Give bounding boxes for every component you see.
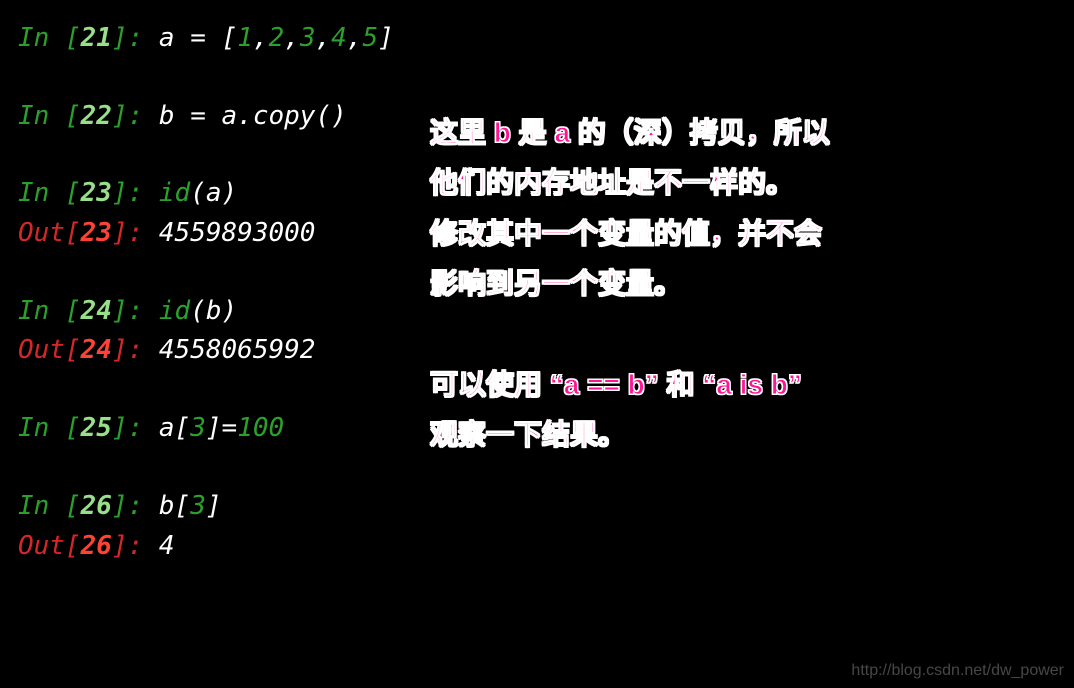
out-number: 23 xyxy=(81,218,112,248)
prompt-number: 23 xyxy=(81,178,112,208)
in-prompt-suffix: ]: xyxy=(112,178,159,208)
builtin-function: id xyxy=(159,296,190,326)
in-prompt: In [ xyxy=(18,178,81,208)
code: a[ xyxy=(159,413,190,443)
in-prompt-suffix: ]: xyxy=(112,296,159,326)
output-value: 4558065992 xyxy=(159,335,316,365)
watermark: http://blog.csdn.net/dw_power xyxy=(851,662,1064,680)
code: ] xyxy=(206,491,222,521)
number-literal: 1 xyxy=(237,23,253,53)
prompt-number: 21 xyxy=(81,23,112,53)
in-prompt-suffix: ]: xyxy=(112,491,159,521)
number-literal: 3 xyxy=(190,491,206,521)
out-prompt: Out[ xyxy=(18,335,81,365)
comma: , xyxy=(253,23,269,53)
arguments: (b) xyxy=(190,296,237,326)
in-prompt-suffix: ]: xyxy=(112,23,159,53)
out-prompt: Out[ xyxy=(18,218,81,248)
prompt-number: 22 xyxy=(81,101,112,131)
arguments: (a) xyxy=(190,178,237,208)
prompt-number: 24 xyxy=(81,296,112,326)
code: ]= xyxy=(206,413,237,443)
out-number: 24 xyxy=(81,335,112,365)
number-literal: 3 xyxy=(300,23,316,53)
in-prompt-suffix: ]: xyxy=(112,101,159,131)
out-prompt-suffix: ]: xyxy=(112,531,159,561)
number-literal: 2 xyxy=(269,23,285,53)
annotation-line: 影响到另一个变量。 xyxy=(430,259,1050,309)
out-prompt: Out[ xyxy=(18,531,81,561)
builtin-function: id xyxy=(159,178,190,208)
output-value: 4559893000 xyxy=(159,218,316,248)
comma: , xyxy=(284,23,300,53)
out-number: 26 xyxy=(81,531,112,561)
in-prompt: In [ xyxy=(18,491,81,521)
number-literal: 5 xyxy=(362,23,378,53)
out-prompt-suffix: ]: xyxy=(112,335,159,365)
in-prompt: In [ xyxy=(18,101,81,131)
number-literal: 100 xyxy=(237,413,284,443)
in-prompt: In [ xyxy=(18,413,81,443)
code-cell-26[interactable]: In [26]: b[3] xyxy=(18,488,1056,526)
output-cell-26: Out[26]: 4 xyxy=(18,528,1056,566)
out-prompt-suffix: ]: xyxy=(112,218,159,248)
annotation-line: 可以使用 “a == b” 和 “a is b” xyxy=(430,360,1050,410)
number-literal: 4 xyxy=(331,23,347,53)
annotation-line: 他们的内存地址是不一样的。 xyxy=(430,158,1050,208)
code: b = a.copy() xyxy=(159,101,347,131)
code-cell-21[interactable]: In [21]: a = [1,2,3,4,5] xyxy=(18,20,1056,58)
prompt-number: 26 xyxy=(81,491,112,521)
code: a = [ xyxy=(159,23,237,53)
number-literal: 3 xyxy=(190,413,206,443)
annotation-line: 这里 b 是 a 的（深）拷贝，所以 xyxy=(430,108,1050,158)
in-prompt: In [ xyxy=(18,23,81,53)
in-prompt-suffix: ]: xyxy=(112,413,159,443)
code: b[ xyxy=(159,491,190,521)
annotation-text: 这里 b 是 a 的（深）拷贝，所以 他们的内存地址是不一样的。 修改其中一个变… xyxy=(430,108,1050,460)
in-prompt: In [ xyxy=(18,296,81,326)
comma: , xyxy=(315,23,331,53)
output-value: 4 xyxy=(159,531,175,561)
annotation-line: 观察一下结果。 xyxy=(430,410,1050,460)
annotation-line: 修改其中一个变量的值，并不会 xyxy=(430,209,1050,259)
comma: , xyxy=(347,23,363,53)
prompt-number: 25 xyxy=(81,413,112,443)
code: ] xyxy=(378,23,394,53)
